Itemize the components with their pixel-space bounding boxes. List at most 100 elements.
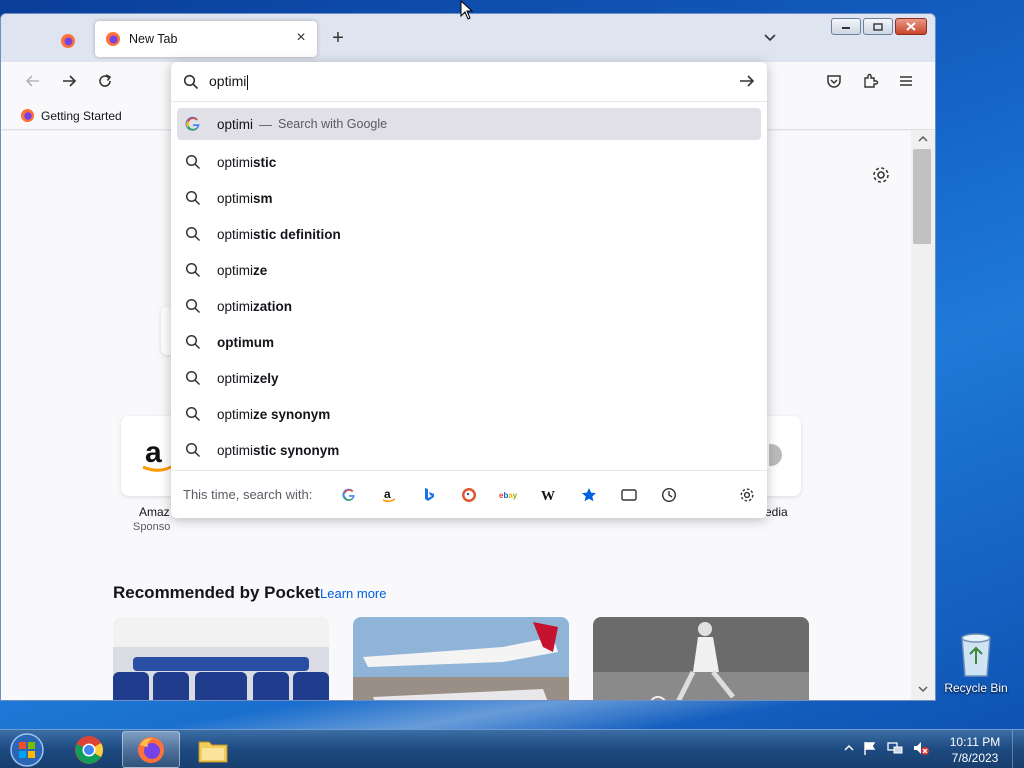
forward-arrow-icon[interactable] xyxy=(58,72,80,94)
back-arrow-icon[interactable] xyxy=(22,72,44,94)
suggestion-completion: ze xyxy=(253,262,268,278)
suggestion-item[interactable]: optimi stic synonym xyxy=(177,432,761,468)
suggestion-prefix: optimi xyxy=(217,298,254,314)
suggestion-item[interactable]: optimi zely xyxy=(177,360,761,396)
suggestion-completion: stic synonym xyxy=(253,442,340,458)
taskbar-clock[interactable]: 10:11 PM 7/8/2023 xyxy=(940,734,1010,766)
duckduckgo-icon[interactable] xyxy=(459,485,479,505)
go-arrow-icon[interactable] xyxy=(737,72,757,92)
pocket-card-airplanes[interactable] xyxy=(353,617,569,700)
minimize-button[interactable] xyxy=(831,18,861,35)
suggestion-item[interactable]: optimi ze synonym xyxy=(177,396,761,432)
urlbar-input[interactable]: optimi xyxy=(209,73,249,90)
tabs-icon[interactable] xyxy=(619,485,639,505)
learn-more-link[interactable]: Learn more xyxy=(320,586,386,601)
search-settings-gear-icon[interactable] xyxy=(739,487,755,503)
text-caret xyxy=(247,74,249,90)
volume-muted-icon[interactable] xyxy=(912,740,930,756)
search-icon xyxy=(185,262,201,278)
extensions-icon[interactable] xyxy=(859,72,881,94)
pocket-heading: Recommended by Pocket xyxy=(113,583,320,602)
show-desktop-button[interactable] xyxy=(1012,730,1024,768)
recycle-bin-shortcut[interactable]: Recycle Bin xyxy=(942,630,1010,695)
search-icon xyxy=(183,74,199,90)
search-icon xyxy=(185,298,201,314)
suggestion-prefix: optimi xyxy=(217,406,254,422)
suggestion-completion: ze synonym xyxy=(253,406,331,422)
suggestion-prefix: optimi xyxy=(217,226,254,242)
wikipedia-icon[interactable]: W xyxy=(539,485,559,505)
tab-new-tab[interactable]: New Tab × xyxy=(95,21,317,57)
one-off-search-bar: This time, search with: a ebay W xyxy=(171,470,767,518)
suggestion-completion: sm xyxy=(253,190,273,206)
wikipedia-globe-icon xyxy=(769,444,782,466)
search-icon xyxy=(185,154,201,170)
shortcut-sponsored-label: Sponso xyxy=(133,521,171,533)
google-icon[interactable] xyxy=(339,485,359,505)
suggestion-prefix: optimi xyxy=(217,370,254,386)
gear-icon[interactable] xyxy=(871,165,891,185)
search-icon xyxy=(185,334,201,350)
start-button[interactable] xyxy=(6,730,48,768)
pocket-icon[interactable] xyxy=(823,72,845,94)
svg-text:a: a xyxy=(145,436,162,469)
amazon-icon[interactable]: a xyxy=(379,485,399,505)
svg-text:a: a xyxy=(384,487,391,501)
bookmark-label: Getting Started xyxy=(41,108,122,123)
suggestion-completion: stic xyxy=(253,154,277,170)
suggestion-item[interactable]: optimi sm xyxy=(177,180,761,216)
suggestion-completion: optimum xyxy=(217,334,274,350)
search-icon xyxy=(185,226,201,242)
ebay-icon[interactable]: ebay xyxy=(499,485,519,505)
suggestion-completion: zely xyxy=(253,370,279,386)
suggestion-separator: — xyxy=(259,116,273,132)
taskbar-chrome[interactable] xyxy=(60,731,118,768)
network-icon[interactable] xyxy=(886,740,904,756)
scroll-down-icon[interactable] xyxy=(917,685,929,695)
suggestion-search-google[interactable]: optimi — Search with Google xyxy=(177,108,761,140)
suggestion-action: Search with Google xyxy=(278,117,388,131)
taskbar-explorer[interactable] xyxy=(184,731,242,768)
suggestion-item[interactable]: optimum xyxy=(177,324,761,360)
firefox-icon xyxy=(20,108,35,123)
firefox-icon xyxy=(138,736,164,763)
scroll-thumb[interactable] xyxy=(913,149,931,244)
suggestion-item[interactable]: optimi ze xyxy=(177,252,761,288)
google-icon xyxy=(185,116,200,131)
urlbar-input-row[interactable]: optimi xyxy=(171,62,767,102)
history-icon[interactable] xyxy=(659,485,679,505)
tab-title: New Tab xyxy=(129,32,178,46)
action-center-flag-icon[interactable] xyxy=(862,740,878,756)
shortcut-label: Amaz xyxy=(139,505,170,519)
pocket-card-tennis[interactable] xyxy=(593,617,809,700)
suggestion-item[interactable]: optimi stic xyxy=(177,144,761,180)
scroll-up-icon[interactable] xyxy=(917,135,929,145)
search-icon xyxy=(185,406,201,422)
mouse-cursor-icon xyxy=(460,0,474,20)
tray-expand-icon[interactable] xyxy=(844,744,854,752)
close-window-button[interactable] xyxy=(895,18,927,35)
recycle-bin-icon xyxy=(961,633,991,677)
suggestion-item[interactable]: optimi zation xyxy=(177,288,761,324)
suggestion-item[interactable]: optimi stic definition xyxy=(177,216,761,252)
menu-icon[interactable] xyxy=(895,72,917,94)
reload-icon[interactable] xyxy=(94,72,116,94)
chevron-down-icon[interactable] xyxy=(760,30,780,50)
page-scrollbar[interactable] xyxy=(911,131,935,700)
clock-time: 10:11 PM xyxy=(949,735,1001,749)
clock-date: 7/8/2023 xyxy=(951,751,999,765)
search-icon xyxy=(185,442,201,458)
pocket-card-airplane-cabin[interactable] xyxy=(113,617,329,700)
close-tab-icon[interactable]: × xyxy=(293,30,309,46)
tennis-player-image xyxy=(593,617,809,700)
tab-pinned[interactable] xyxy=(51,29,85,53)
bookmarks-star-icon[interactable] xyxy=(579,485,599,505)
urlbar-dropdown: optimi optimi — Search with Google optim… xyxy=(171,62,767,518)
maximize-button[interactable] xyxy=(863,18,893,35)
airplane-cabin-image xyxy=(113,617,329,700)
taskbar-firefox[interactable] xyxy=(122,731,180,768)
bookmark-getting-started[interactable]: Getting Started xyxy=(20,108,122,123)
bing-icon[interactable] xyxy=(419,485,439,505)
new-tab-button[interactable]: + xyxy=(327,28,349,50)
airplanes-image xyxy=(353,617,569,700)
